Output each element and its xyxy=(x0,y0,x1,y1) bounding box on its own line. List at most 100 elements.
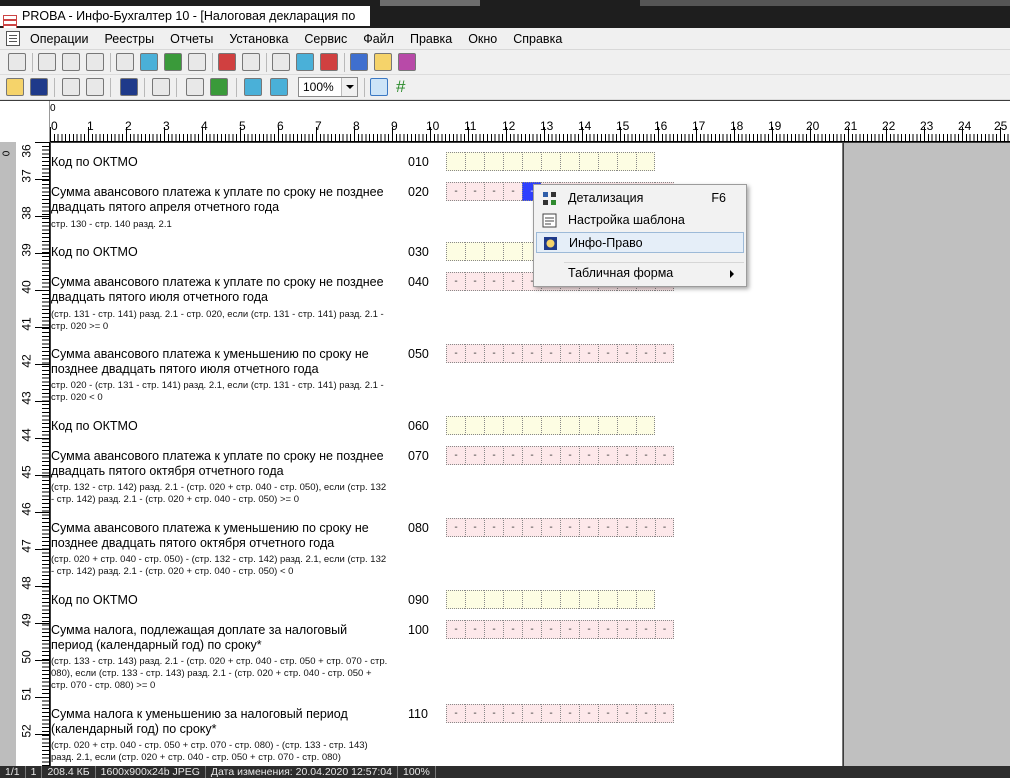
digit-cell[interactable]: - xyxy=(598,446,617,465)
list-icon[interactable] xyxy=(8,53,26,71)
digit-cell[interactable]: - xyxy=(541,518,560,537)
digit-cell[interactable] xyxy=(598,590,617,609)
digit-cell[interactable]: - xyxy=(655,704,674,723)
digit-cell[interactable] xyxy=(598,416,617,435)
compass-icon[interactable] xyxy=(350,53,368,71)
digit-cell[interactable]: - xyxy=(636,704,655,723)
cut-icon[interactable] xyxy=(86,53,104,71)
save-icon[interactable] xyxy=(120,78,138,96)
info-pravo-icon[interactable] xyxy=(374,53,392,71)
digit-cell[interactable] xyxy=(579,590,598,609)
excel-icon[interactable] xyxy=(164,53,182,71)
digit-cell[interactable]: - xyxy=(541,620,560,639)
font-icon[interactable] xyxy=(320,53,338,71)
digit-cell[interactable] xyxy=(465,152,484,171)
digit-cell[interactable] xyxy=(598,152,617,171)
menu-operations[interactable]: Операции xyxy=(22,28,96,50)
digit-cell[interactable]: - xyxy=(465,620,484,639)
amount-field[interactable]: ------------ xyxy=(446,344,674,363)
export-icon[interactable] xyxy=(188,53,206,71)
zoom-out-icon[interactable] xyxy=(270,78,288,96)
digit-cell[interactable] xyxy=(560,416,579,435)
digit-cell[interactable]: - xyxy=(560,518,579,537)
digit-cell[interactable]: - xyxy=(617,344,636,363)
zoom-select[interactable]: 100% xyxy=(298,77,358,97)
copy-icon[interactable] xyxy=(38,53,56,71)
menu-edit[interactable]: Правка xyxy=(402,28,460,50)
digit-cell[interactable] xyxy=(484,152,503,171)
digit-cell[interactable]: - xyxy=(560,620,579,639)
context-item-table-form[interactable]: Табличная форма xyxy=(536,263,744,284)
digit-cell[interactable]: - xyxy=(503,518,522,537)
menu-registers[interactable]: Реестры xyxy=(96,28,162,50)
digit-cell[interactable] xyxy=(446,416,465,435)
digit-cell[interactable]: - xyxy=(465,518,484,537)
menu-service[interactable]: Сервис xyxy=(296,28,355,50)
digit-cell[interactable] xyxy=(446,590,465,609)
digit-cell[interactable]: - xyxy=(560,344,579,363)
grid-icon[interactable]: # xyxy=(396,78,405,96)
digit-cell[interactable]: - xyxy=(465,272,484,291)
digit-cell[interactable]: - xyxy=(446,272,465,291)
digit-cell[interactable]: - xyxy=(503,182,522,201)
digit-cell[interactable]: - xyxy=(598,620,617,639)
digit-cell[interactable]: - xyxy=(522,344,541,363)
report-icon[interactable] xyxy=(218,53,236,71)
oktmo-field[interactable] xyxy=(446,416,655,435)
digit-cell[interactable]: - xyxy=(636,518,655,537)
digit-cell[interactable]: - xyxy=(484,620,503,639)
menu-reports[interactable]: Отчеты xyxy=(162,28,221,50)
crosshair-icon[interactable] xyxy=(370,78,388,96)
digit-cell[interactable] xyxy=(617,152,636,171)
digit-cell[interactable] xyxy=(503,590,522,609)
digit-cell[interactable] xyxy=(617,416,636,435)
digit-cell[interactable]: - xyxy=(655,446,674,465)
oktmo-field[interactable] xyxy=(446,590,655,609)
digit-cell[interactable] xyxy=(484,416,503,435)
digit-cell[interactable]: - xyxy=(465,344,484,363)
digit-cell[interactable]: - xyxy=(484,182,503,201)
digit-cell[interactable] xyxy=(617,590,636,609)
menu-window[interactable]: Окно xyxy=(460,28,505,50)
zoom-in-icon[interactable] xyxy=(244,78,262,96)
digit-cell[interactable]: - xyxy=(446,344,465,363)
digit-cell[interactable]: - xyxy=(503,344,522,363)
digit-cell[interactable] xyxy=(522,152,541,171)
digit-cell[interactable]: - xyxy=(579,704,598,723)
digit-cell[interactable] xyxy=(503,152,522,171)
paste-icon[interactable] xyxy=(62,53,80,71)
duplicate-icon[interactable] xyxy=(86,78,104,96)
digit-cell[interactable] xyxy=(503,242,522,261)
digit-cell[interactable] xyxy=(541,416,560,435)
amount-field[interactable]: ------------ xyxy=(446,518,674,537)
open-folder-icon[interactable] xyxy=(6,78,24,96)
save-as-icon[interactable] xyxy=(30,78,48,96)
digit-cell[interactable]: - xyxy=(503,704,522,723)
digit-cell[interactable]: - xyxy=(560,704,579,723)
digit-cell[interactable]: - xyxy=(522,518,541,537)
digit-cell[interactable] xyxy=(503,416,522,435)
digit-cell[interactable]: - xyxy=(484,446,503,465)
digit-cell[interactable]: - xyxy=(598,518,617,537)
digit-cell[interactable]: - xyxy=(598,344,617,363)
digit-cell[interactable] xyxy=(522,590,541,609)
digit-cell[interactable]: - xyxy=(617,620,636,639)
context-item-template[interactable]: Настройка шаблона xyxy=(536,210,744,231)
digit-cell[interactable] xyxy=(560,590,579,609)
menu-file[interactable]: Файл xyxy=(355,28,402,50)
calculate-icon[interactable] xyxy=(186,78,204,96)
digit-cell[interactable]: - xyxy=(636,620,655,639)
digit-cell[interactable] xyxy=(541,590,560,609)
digit-cell[interactable]: - xyxy=(541,446,560,465)
digit-cell[interactable]: - xyxy=(522,704,541,723)
digit-cell[interactable] xyxy=(636,416,655,435)
pages-icon[interactable] xyxy=(152,78,170,96)
digit-cell[interactable]: - xyxy=(655,344,674,363)
digit-cell[interactable]: - xyxy=(503,620,522,639)
digit-cell[interactable]: - xyxy=(503,446,522,465)
context-item-info-pravo[interactable]: Инфо-Право xyxy=(536,232,744,253)
amount-field[interactable]: ------------ xyxy=(446,704,674,723)
context-item-detail[interactable]: Детализация F6 xyxy=(536,188,744,209)
digit-cell[interactable] xyxy=(579,152,598,171)
print-icon[interactable] xyxy=(116,53,134,71)
